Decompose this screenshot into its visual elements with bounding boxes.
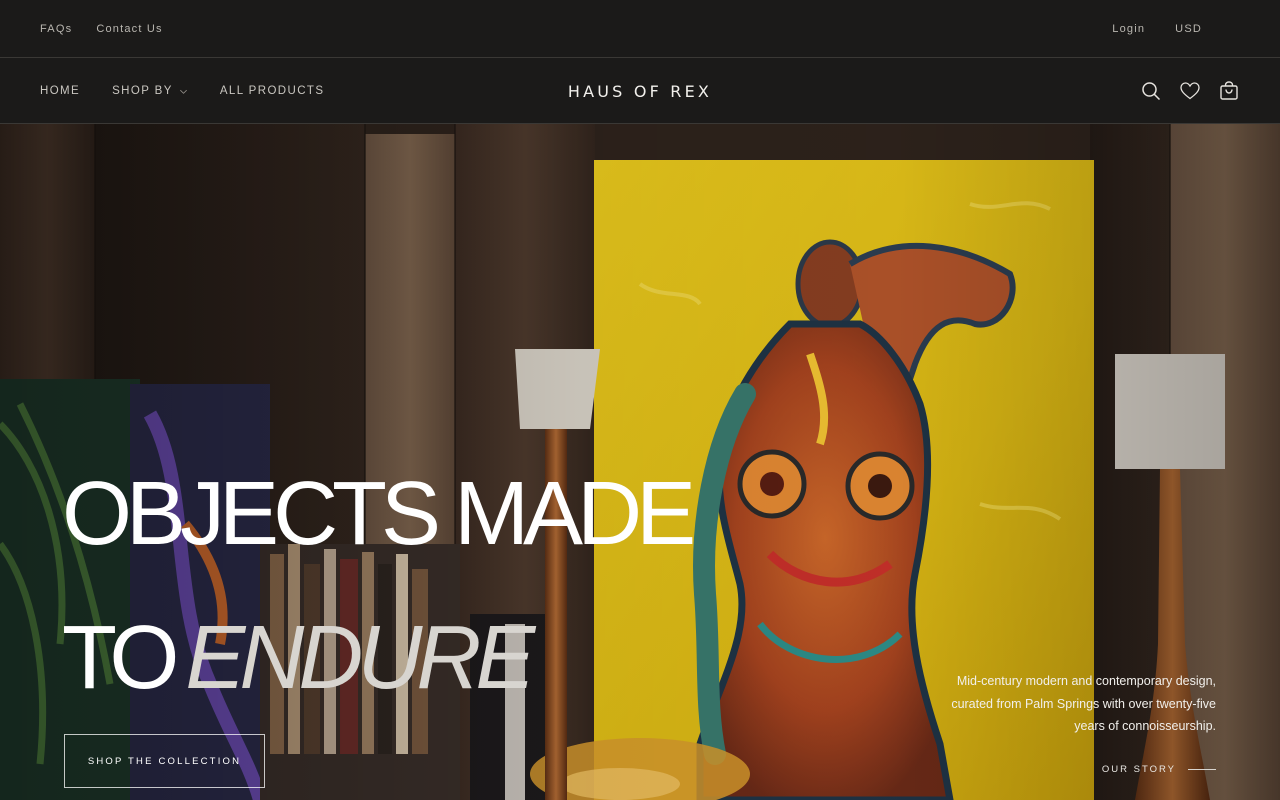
nav-all-products[interactable]: ALL PRODUCTS xyxy=(220,85,325,97)
faqs-link[interactable]: FAQs xyxy=(40,23,72,35)
our-story-link[interactable]: OUR STORY xyxy=(1102,764,1216,775)
headline-plain: TO xyxy=(62,608,179,708)
utility-bar: FAQs Contact Us Login USD xyxy=(0,0,1280,58)
shop-collection-button[interactable]: SHOP THE COLLECTION xyxy=(64,734,265,788)
main-header: HOME SHOP BY ALL PRODUCTS HAUS OF REX xyxy=(0,59,1280,124)
login-link[interactable]: Login xyxy=(1112,23,1145,35)
headline-accent: ENDURE xyxy=(185,608,535,708)
nav-home[interactable]: HOME xyxy=(40,85,80,97)
nav-shop-by[interactable]: SHOP BY xyxy=(112,85,188,97)
currency-selector[interactable]: USD xyxy=(1175,23,1202,35)
cart-bag-icon[interactable] xyxy=(1218,80,1240,102)
nav-shop-by-label: SHOP BY xyxy=(112,85,173,97)
headline-line-1: OBJECTS MADE xyxy=(62,464,696,564)
chevron-down-icon xyxy=(179,89,187,94)
headline-line-2: TO ENDURE xyxy=(62,586,702,730)
header-icons xyxy=(1123,59,1240,123)
nav-all-products-label: ALL PRODUCTS xyxy=(219,85,325,97)
our-story-label: OUR STORY xyxy=(1101,764,1176,775)
arrow-line-icon xyxy=(1188,769,1216,770)
utility-links-right: Login USD xyxy=(1082,23,1240,35)
hero-description: Mid-century modern and contemporary desi… xyxy=(951,674,1216,733)
hero-banner: OBJECTS MADE TO ENDURE SHOP THE COLLECTIO… xyxy=(0,124,1280,800)
main-nav: HOME SHOP BY ALL PRODUCTS xyxy=(40,59,356,123)
contact-link[interactable]: Contact Us xyxy=(96,23,162,35)
search-icon[interactable] xyxy=(1140,80,1162,102)
brand-logo[interactable]: HAUS OF REX xyxy=(550,59,730,123)
wishlist-heart-icon[interactable] xyxy=(1179,80,1201,102)
nav-home-label: HOME xyxy=(40,85,81,97)
hero-headline: OBJECTS MADE TO ENDURE xyxy=(62,442,702,730)
utility-links-left: FAQs Contact Us xyxy=(40,23,187,35)
